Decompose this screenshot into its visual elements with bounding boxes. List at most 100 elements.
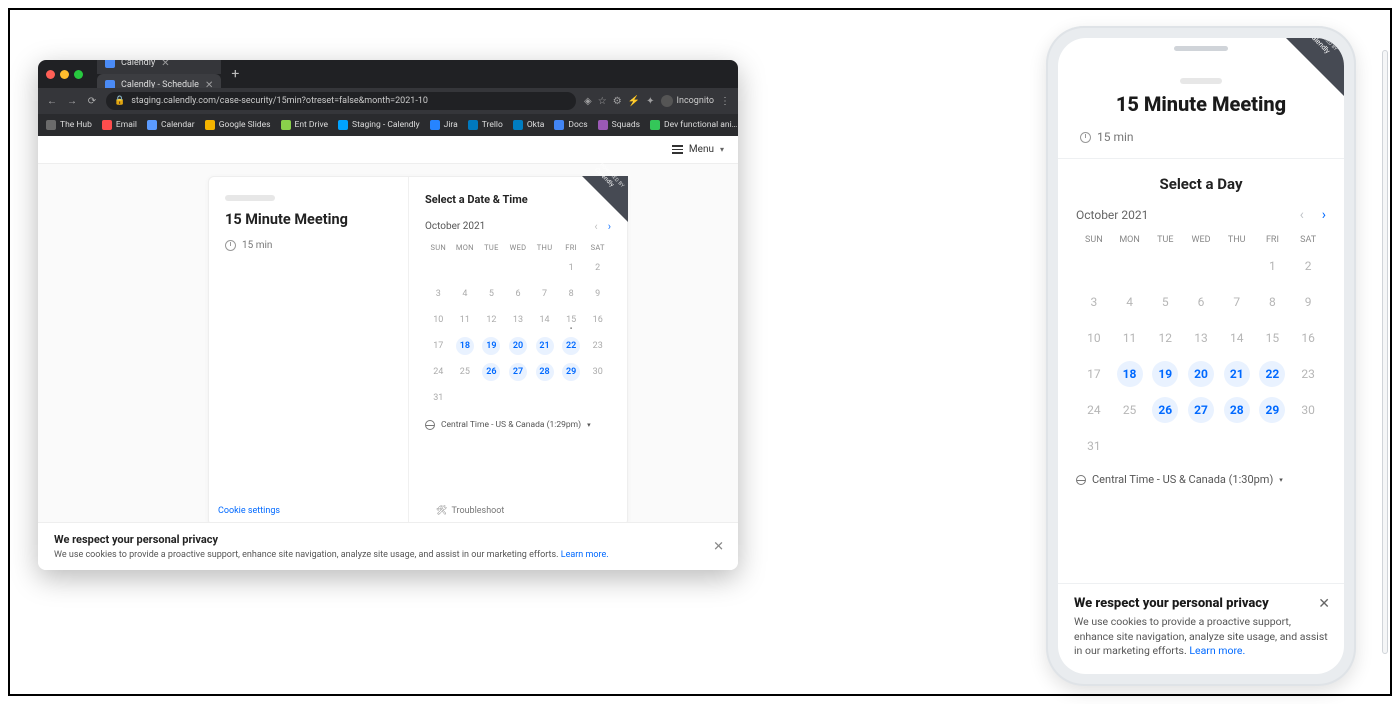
booking-card: 15 Minute Meeting 15 min POWERED BY Cale… xyxy=(208,176,628,526)
bookmark-label: Trello xyxy=(482,120,503,130)
calendar-day xyxy=(505,388,532,408)
globe-icon xyxy=(1076,475,1086,485)
calendar-day: 14 xyxy=(531,310,558,330)
troubleshoot-link[interactable]: 🛠 Troubleshoot xyxy=(436,506,504,516)
calendar-day[interactable]: 27 xyxy=(1183,397,1219,423)
calendar-day[interactable]: 21 xyxy=(531,336,558,356)
calendar-day[interactable]: 20 xyxy=(1183,361,1219,387)
next-month-button[interactable]: › xyxy=(1322,207,1326,223)
chevron-down-icon: ▾ xyxy=(1279,476,1283,484)
calendar-day: 8 xyxy=(1255,289,1291,315)
bookmark-item[interactable]: Staging - Calendly xyxy=(338,120,420,130)
bolt-icon[interactable]: ⚡ xyxy=(628,96,640,107)
calendar-day xyxy=(1112,433,1148,459)
window-controls[interactable] xyxy=(46,70,83,79)
bookmark-item[interactable]: Jira xyxy=(430,120,458,130)
calendar-day[interactable]: 26 xyxy=(478,362,505,382)
day-of-week-label: THU xyxy=(531,243,558,252)
menu-button[interactable]: Menu xyxy=(689,144,714,155)
calendar-day[interactable]: 29 xyxy=(558,362,585,382)
minimize-window-icon[interactable] xyxy=(60,70,69,79)
reload-icon[interactable]: ⟳ xyxy=(86,96,98,107)
phone-mock: POWERED BY Calendly 15 Minute Meeting 15… xyxy=(1046,26,1356,686)
day-of-week-label: MON xyxy=(1112,235,1148,245)
wrench-icon: 🛠 xyxy=(436,506,447,516)
bookmark-item[interactable]: Calendar xyxy=(147,120,195,130)
calendar-day xyxy=(584,388,611,408)
cookie-settings-link[interactable]: Cookie settings xyxy=(218,506,280,516)
close-window-icon[interactable] xyxy=(46,70,55,79)
bookmark-item[interactable]: Squads xyxy=(598,120,640,130)
star-icon[interactable]: ☆ xyxy=(598,96,607,107)
bookmark-item[interactable]: The Hub xyxy=(46,120,92,130)
bookmark-item[interactable]: Trello xyxy=(468,120,503,130)
bookmark-item[interactable]: Google Slides xyxy=(205,120,271,130)
close-tab-icon[interactable]: ✕ xyxy=(161,60,169,69)
incognito-indicator: Incognito xyxy=(661,95,714,107)
calendar-day[interactable]: 19 xyxy=(1147,361,1183,387)
browser-tab[interactable]: Calendly ✕ xyxy=(97,60,221,74)
calendar-day[interactable]: 27 xyxy=(505,362,532,382)
calendar-day: 7 xyxy=(531,284,558,304)
calendar-day[interactable]: 20 xyxy=(505,336,532,356)
bookmark-item[interactable]: Docs xyxy=(554,120,587,130)
bookmark-item[interactable]: Okta xyxy=(513,120,545,130)
learn-more-link[interactable]: Learn more. xyxy=(1189,644,1245,657)
bookmark-label: Email xyxy=(116,120,137,130)
calendar-day: 3 xyxy=(1076,289,1112,315)
prev-month-button[interactable]: ‹ xyxy=(1300,207,1304,223)
tab-label: Calendly xyxy=(121,60,155,68)
close-tab-icon[interactable]: ✕ xyxy=(205,80,213,91)
calendar-day xyxy=(1147,433,1183,459)
calendar-day: 12 xyxy=(478,310,505,330)
calendar-day: 4 xyxy=(1112,289,1148,315)
timezone-selector[interactable]: Central Time - US & Canada (1:30pm) ▾ xyxy=(1076,473,1326,486)
calendar-day[interactable]: 28 xyxy=(531,362,558,382)
calendar-day[interactable]: 18 xyxy=(1112,361,1148,387)
close-banner-button[interactable]: ✕ xyxy=(1318,596,1330,612)
calendar-day[interactable]: 22 xyxy=(558,336,585,356)
puzzle-icon[interactable]: ✦ xyxy=(646,96,654,107)
url-field[interactable]: 🔒 staging.calendly.com/case-security/15m… xyxy=(106,92,576,110)
calendar-day[interactable]: 21 xyxy=(1219,361,1255,387)
app-header: Menu ▾ xyxy=(38,136,738,164)
back-icon[interactable]: ← xyxy=(46,96,58,107)
hamburger-icon[interactable] xyxy=(672,145,683,154)
lock-icon: 🔒 xyxy=(114,96,125,106)
calendar-day[interactable]: 22 xyxy=(1255,361,1291,387)
new-tab-button[interactable]: + xyxy=(227,66,243,82)
learn-more-link[interactable]: Learn more. xyxy=(561,550,609,560)
close-banner-button[interactable]: ✕ xyxy=(713,539,724,554)
timezone-selector[interactable]: Central Time - US & Canada (1:29pm) ▾ xyxy=(425,420,611,430)
maximize-window-icon[interactable] xyxy=(74,70,83,79)
settings-gear-icon[interactable]: ⚙ xyxy=(613,96,622,107)
prev-month-button[interactable]: ‹ xyxy=(594,220,597,233)
calendar-day: 25 xyxy=(452,362,479,382)
globe-icon xyxy=(425,420,435,430)
bookmark-item[interactable]: Ent Drive xyxy=(281,120,329,130)
calendar-day: 5 xyxy=(1147,289,1183,315)
calendar-day xyxy=(1112,253,1148,279)
calendar-day: 23 xyxy=(584,336,611,356)
calendar-day[interactable]: 18 xyxy=(452,336,479,356)
page-scrollbar[interactable] xyxy=(1382,50,1388,654)
calendar-day xyxy=(1255,433,1291,459)
extension-icon[interactable]: ◈ xyxy=(584,96,592,107)
calendar-day[interactable]: 28 xyxy=(1219,397,1255,423)
next-month-button[interactable]: › xyxy=(608,220,611,233)
calendar-day[interactable]: 29 xyxy=(1255,397,1291,423)
mobile-event-header: POWERED BY Calendly 15 Minute Meeting 15… xyxy=(1058,38,1344,158)
kebab-menu-icon[interactable]: ⋮ xyxy=(720,96,730,107)
bookmark-label: Squads xyxy=(612,120,640,130)
host-name-placeholder xyxy=(225,195,275,201)
calendar-day[interactable]: 19 xyxy=(478,336,505,356)
bookmarks-bar: The Hub Email Calendar Google Slides Ent Dri… xyxy=(38,114,738,136)
clock-icon xyxy=(1080,132,1091,143)
bookmark-item[interactable]: Email xyxy=(102,120,137,130)
calendar-day[interactable]: 26 xyxy=(1147,397,1183,423)
bookmark-icon xyxy=(147,120,157,130)
day-of-week-label: SAT xyxy=(1290,235,1326,245)
calendar-day xyxy=(452,258,479,278)
bookmark-item[interactable]: Dev functional ani… xyxy=(650,120,737,130)
forward-icon[interactable]: → xyxy=(66,96,78,107)
